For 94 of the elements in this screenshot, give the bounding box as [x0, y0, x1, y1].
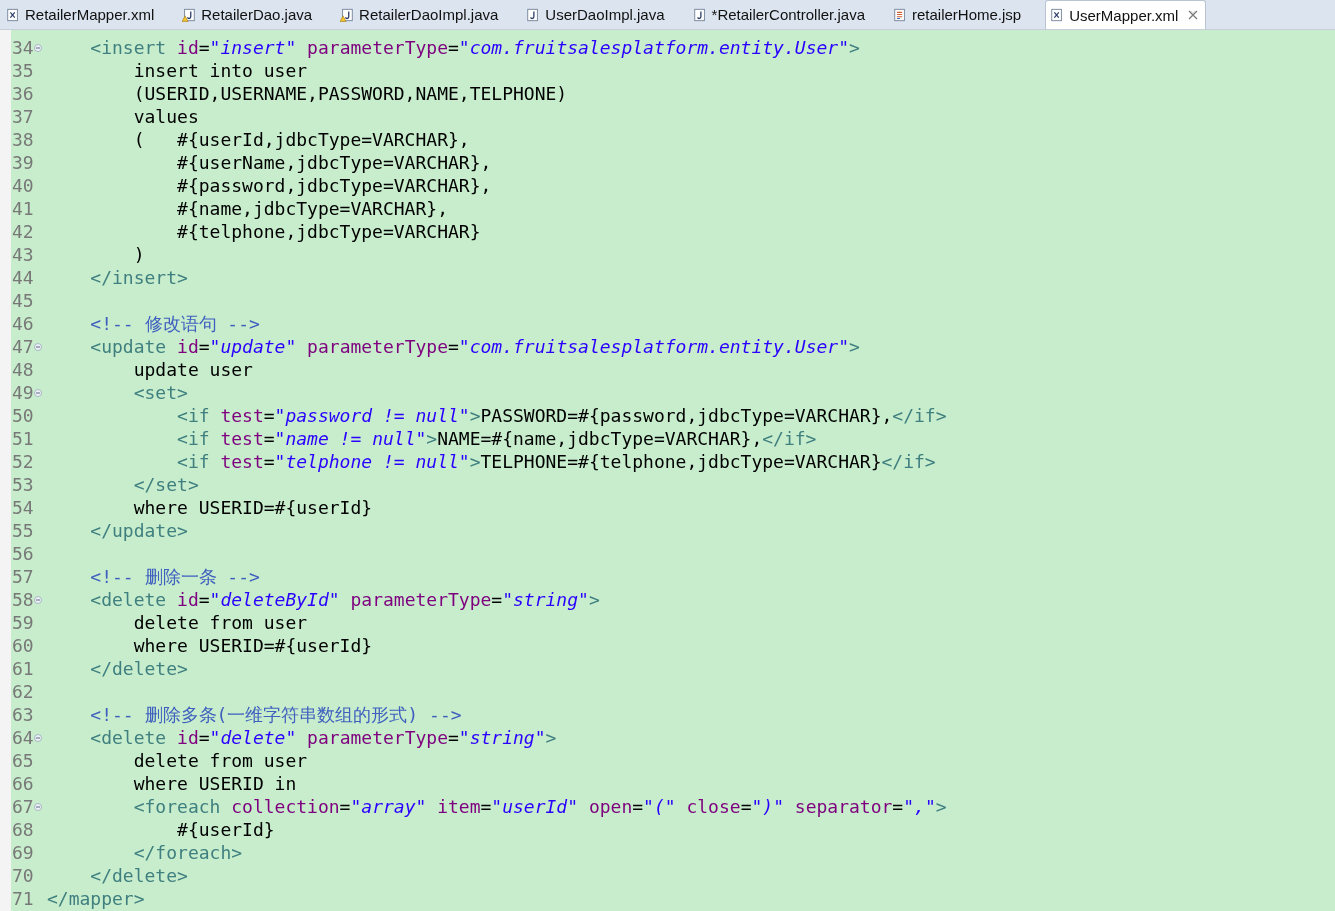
code-line: ) [132, 243, 145, 266]
code-line: </delete> [89, 864, 188, 887]
line-number: 66 [11, 773, 34, 794]
code-line: where USERID=#{userId} [132, 496, 373, 519]
line-number: 64 [11, 727, 34, 748]
code-line: where USERID in [132, 772, 297, 795]
line-number: 60 [11, 635, 34, 656]
line-number: 58 [11, 589, 34, 610]
code-line: <foreach collection="array" item="userId" open="(" close=")" separator=","> [132, 795, 947, 818]
line-number: 47 [11, 336, 34, 357]
line-number: 57 [11, 566, 34, 587]
collapse-icon[interactable] [33, 342, 42, 351]
line-number: 40 [11, 175, 34, 196]
code-line: </delete> [89, 657, 188, 680]
line-number: 55 [11, 520, 34, 541]
editor-tab[interactable]: UserMapper.xml [1045, 0, 1207, 29]
code-line: #{password,jdbcType=VARCHAR}, [176, 174, 492, 197]
code-line: <delete id="delete" parameterType="string"> [89, 726, 557, 749]
editor-tab[interactable]: RetailerDao.java [178, 0, 327, 29]
editor-tab[interactable]: RetailerMapper.xml [2, 0, 169, 29]
line-number: 62 [11, 681, 34, 702]
line-number: 49 [11, 382, 34, 403]
line-number: 43 [11, 244, 34, 265]
collapse-icon[interactable] [33, 733, 42, 742]
line-number: 63 [11, 704, 34, 725]
code-line: <insert id="insert" parameterType="com.fruitsalesplatform.entity.User"> [89, 36, 860, 59]
editor-tab[interactable]: *RetailerController.java [688, 0, 879, 29]
line-number: 61 [11, 658, 34, 679]
code-line: #{userId} [176, 818, 275, 841]
line-number: 67 [11, 796, 34, 817]
line-number: 36 [11, 83, 34, 104]
line-number: 51 [11, 428, 34, 449]
java-file-warning-icon [340, 7, 355, 22]
line-number: 70 [11, 865, 34, 886]
line-number: 45 [11, 290, 34, 311]
collapse-icon[interactable] [33, 43, 42, 52]
line-number: 39 [11, 152, 34, 173]
collapse-icon[interactable] [33, 595, 42, 604]
line-number: 59 [11, 612, 34, 633]
line-number: 34 [11, 37, 34, 58]
close-icon[interactable] [1187, 9, 1200, 21]
code-line: <if test="password != null">PASSWORD=#{password,jdbcType=VARCHAR},</if> [176, 404, 947, 427]
code-comment: <!-- 修改语句 --> [89, 312, 260, 335]
code-line: </mapper> [47, 887, 145, 910]
code-line: <if test="name != null">NAME=#{name,jdbcType=VARCHAR},</if> [176, 427, 817, 450]
collapse-icon[interactable] [33, 388, 42, 397]
xml-file-icon [6, 7, 20, 22]
line-number: 48 [11, 359, 34, 380]
editor-tab[interactable]: UserDaoImpl.java [522, 0, 679, 29]
code-comment: <!-- 删除一条 --> [89, 565, 260, 588]
line-number: 46 [11, 313, 34, 334]
code-line: values [132, 105, 199, 128]
line-number: 68 [11, 819, 34, 840]
code-line: update user [132, 358, 253, 381]
code-comment: <!-- 删除多条(一维字符串数组的形式) --> [89, 703, 462, 726]
code-line: ( #{userId,jdbcType=VARCHAR}, [132, 128, 470, 151]
line-number: 50 [11, 405, 34, 426]
code-line: delete from user [132, 611, 308, 634]
code-line: <if test="telphone != null">TELPHONE=#{telphone,jdbcType=VARCHAR}</if> [176, 450, 936, 473]
code-line: #{telphone,jdbcType=VARCHAR} [176, 220, 481, 243]
jsp-file-icon [892, 7, 907, 22]
java-file-icon [526, 7, 541, 22]
line-number: 71 [11, 888, 34, 909]
line-number: 56 [11, 543, 34, 564]
line-number: 41 [11, 198, 34, 219]
code-line: #{name,jdbcType=VARCHAR}, [176, 197, 448, 220]
java-file-icon [692, 7, 707, 22]
code-line: <set> [132, 381, 188, 404]
code-line: </insert> [89, 266, 188, 289]
line-number: 54 [11, 497, 34, 518]
code-line: <delete id="deleteById" parameterType="string"> [89, 588, 600, 611]
code-line: where USERID=#{userId} [132, 634, 373, 657]
xml-file-icon [1050, 8, 1065, 22]
line-number: 35 [11, 60, 34, 81]
code-line: insert into user [132, 59, 308, 82]
editor-tab[interactable]: RetailerDaoImpl.java [336, 0, 513, 29]
line-number: 65 [11, 750, 34, 771]
code-line: delete from user [132, 749, 308, 772]
line-number: 42 [11, 221, 34, 242]
code-line: </foreach> [132, 841, 243, 864]
code-line: #{userName,jdbcType=VARCHAR}, [176, 151, 492, 174]
code-line: (USERID,USERNAME,PASSWORD,NAME,TELPHONE) [132, 82, 568, 105]
line-number: 44 [11, 267, 34, 288]
line-number: 53 [11, 474, 34, 495]
code-line: <update id="update" parameterType="com.fruitsalesplatform.entity.User"> [89, 335, 860, 358]
line-number: 37 [11, 106, 34, 127]
line-number: 69 [11, 842, 34, 863]
collapse-icon[interactable] [33, 802, 42, 811]
code-line: </update> [89, 519, 188, 542]
code-line: </set> [132, 473, 199, 496]
java-file-warning-icon [182, 7, 197, 22]
line-number: 52 [11, 451, 34, 472]
editor-tab[interactable]: retailerHome.jsp [888, 0, 1036, 29]
line-number: 38 [11, 129, 34, 150]
